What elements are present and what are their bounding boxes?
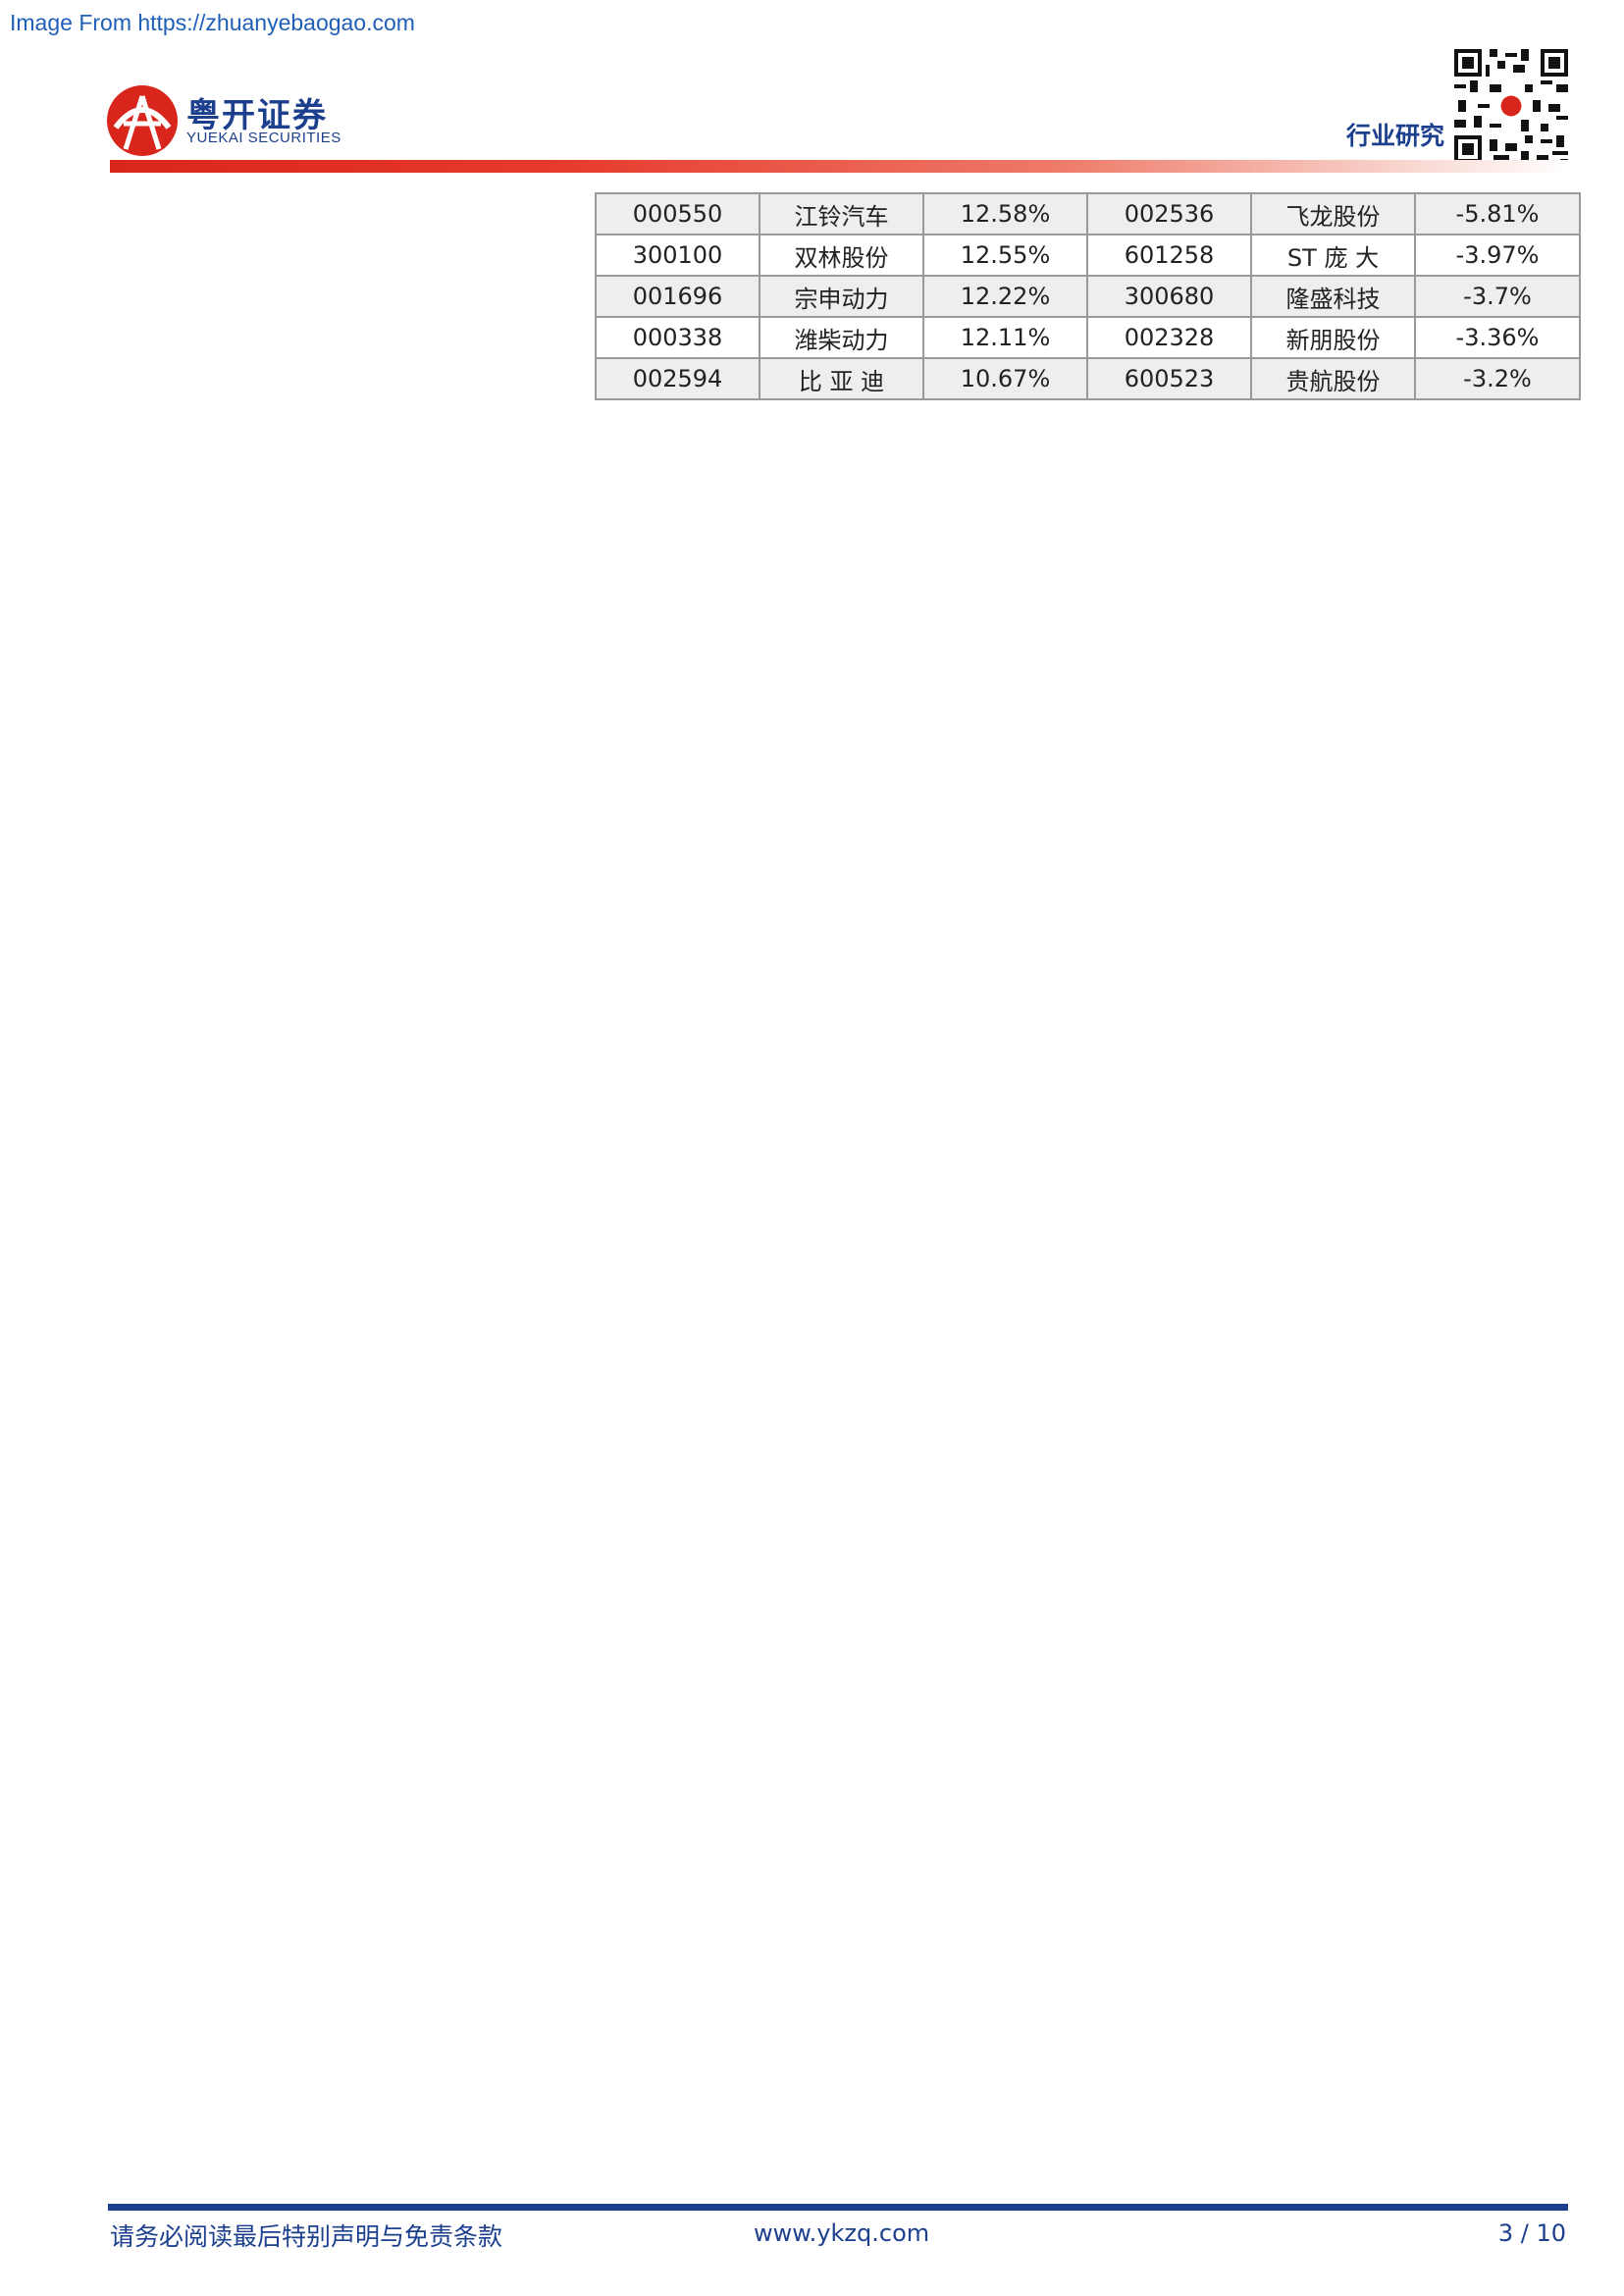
gainer-code-cell: 002594 [595,357,760,400]
gainer-name-cell: 宗申动力 [759,275,924,318]
gainer-name-cell: 比 亚 迪 [759,357,924,400]
loser-code-cell: 002536 [1086,192,1252,235]
gainer-change-cell: 10.67% [922,357,1088,400]
loser-change-cell: -3.97% [1414,234,1581,277]
website-link[interactable]: www.ykzq.com [754,2219,929,2247]
loser-code-cell: 600523 [1086,357,1252,400]
gainer-name-cell: 双林股份 [759,234,924,277]
loser-change-cell: -3.7% [1414,275,1581,318]
loser-code-cell: 601258 [1086,234,1252,277]
gainer-code-cell: 300100 [595,234,760,277]
table-row: 000550 江铃汽车 12.58% 002536 飞龙股份 -5.81% [595,192,1581,235]
loser-change-cell: -5.81% [1414,192,1581,235]
gainer-code-cell: 001696 [595,275,760,318]
yuekai-logo-icon [107,85,178,156]
loser-name-cell: 飞龙股份 [1250,192,1416,235]
logo-english-name: YUEKAI SECURITIES [186,130,341,146]
table-row: 001696 宗申动力 12.22% 300680 隆盛科技 -3.7% [595,275,1581,318]
page-number: 3 / 10 [1497,2219,1566,2247]
header-divider [110,160,1568,173]
loser-code-cell: 300680 [1086,275,1252,318]
disclaimer-notice: 请务必阅读最后特别声明与免责条款 [110,2222,503,2251]
gainer-code-cell: 000338 [595,316,760,359]
gainer-name-cell: 潍柴动力 [759,316,924,359]
loser-name-cell: 新朋股份 [1250,316,1416,359]
table-row: 000338 潍柴动力 12.11% 002328 新朋股份 -3.36% [595,316,1581,359]
footer-divider [108,2204,1568,2211]
loser-code-cell: 002328 [1086,316,1252,359]
table-row: 002594 比 亚 迪 10.67% 600523 贵航股份 -3.2% [595,357,1581,400]
gainer-change-cell: 12.11% [922,316,1088,359]
loser-name-cell: 贵航股份 [1250,357,1416,400]
company-logo: 粤开证券 YUEKAI SECURITIES [106,80,341,159]
loser-name-cell: ST 庞 大 [1250,234,1416,277]
gainer-name-cell: 江铃汽车 [759,192,924,235]
loser-name-cell: 隆盛科技 [1250,275,1416,318]
table-row: 300100 双林股份 12.55% 601258 ST 庞 大 -3.97% [595,234,1581,277]
gainer-change-cell: 12.58% [922,192,1088,235]
stock-performance-table: 000550 江铃汽车 12.58% 002536 飞龙股份 -5.81% 30… [595,192,1581,400]
qr-code-icon [1454,49,1568,163]
loser-change-cell: -3.36% [1414,316,1581,359]
gainer-code-cell: 000550 [595,192,760,235]
report-category: 行业研究 [1346,122,1445,150]
loser-change-cell: -3.2% [1414,357,1581,400]
gainer-change-cell: 12.55% [922,234,1088,277]
gainer-change-cell: 12.22% [922,275,1088,318]
source-watermark: Image From https://zhuanyebaogao.com [10,10,415,35]
